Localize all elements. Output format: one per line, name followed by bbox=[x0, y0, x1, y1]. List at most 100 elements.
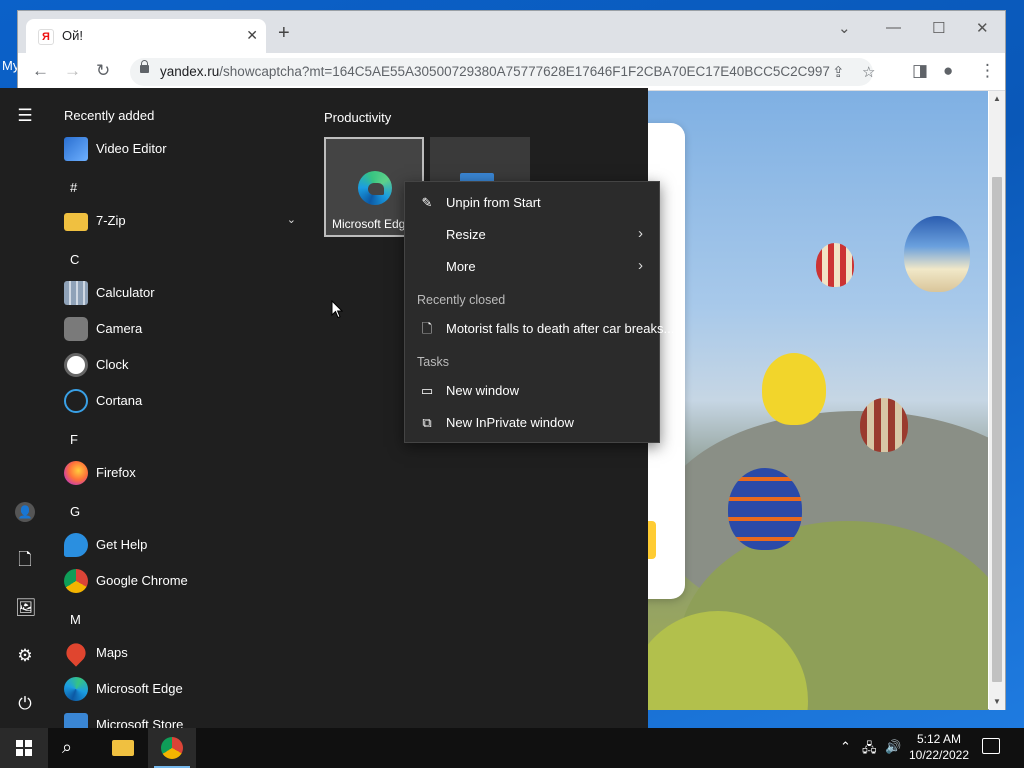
share-icon[interactable]: ⇪ bbox=[832, 63, 845, 81]
menu-item-resize[interactable]: Resize › bbox=[405, 220, 659, 250]
letter-header[interactable]: # bbox=[70, 180, 77, 195]
hamburger-menu-icon[interactable]: ☰ bbox=[15, 106, 35, 126]
letter-header[interactable]: C bbox=[70, 252, 79, 267]
menu-item-recent-page[interactable]: 🗋 Motorist falls to death after car brea… bbox=[405, 314, 675, 344]
power-icon[interactable]: ⏻ bbox=[15, 694, 35, 714]
clock-icon bbox=[64, 353, 88, 377]
taskbar-clock[interactable]: 5:12 AM 10/22/2022 bbox=[906, 731, 972, 763]
hot-air-balloon bbox=[762, 353, 826, 425]
start-rail: ☰ 👤 🗋 🖼 ⚙ ⏻ bbox=[0, 88, 50, 728]
lock-icon[interactable] bbox=[140, 60, 149, 73]
app-label: 7-Zip bbox=[96, 213, 126, 228]
recently-closed-header: Recently closed bbox=[417, 293, 506, 307]
app-video-editor[interactable]: Video Editor bbox=[62, 135, 302, 163]
menu-item-new-window[interactable]: ▭ New window bbox=[405, 376, 659, 406]
chevron-right-icon: › bbox=[638, 225, 643, 242]
user-account-icon[interactable]: 👤 bbox=[15, 502, 35, 522]
app-label: Firefox bbox=[96, 465, 136, 480]
scroll-down-icon[interactable]: ▼ bbox=[993, 697, 1001, 706]
file-explorer-button[interactable] bbox=[98, 728, 146, 768]
app-camera[interactable]: Camera bbox=[62, 315, 302, 343]
chrome-taskbar-button[interactable] bbox=[148, 728, 196, 768]
tab-strip: Я Ой! ✕ + ⌄ — ☐ ✕ bbox=[18, 11, 1005, 53]
folder-icon bbox=[64, 213, 88, 231]
menu-item-new-inprivate[interactable]: ⧉ New InPrivate window bbox=[405, 408, 659, 438]
inprivate-window-icon: ⧉ bbox=[422, 415, 432, 430]
app-list: Recently added Video Editor # 7-Zip ⌄ C … bbox=[50, 88, 310, 728]
hot-air-balloon bbox=[728, 468, 802, 550]
calculator-icon bbox=[64, 281, 88, 305]
clock-date: 10/22/2022 bbox=[908, 748, 970, 762]
tab-search-icon[interactable]: ⌄ bbox=[838, 19, 851, 37]
app-label: Calculator bbox=[96, 285, 155, 300]
maximize-button[interactable]: ☐ bbox=[932, 19, 945, 37]
notifications-icon[interactable] bbox=[982, 738, 1000, 754]
network-icon[interactable]: 🖧 bbox=[862, 739, 877, 761]
document-icon: 🗋 bbox=[421, 321, 433, 336]
new-tab-button[interactable]: + bbox=[278, 23, 290, 43]
video-editor-icon bbox=[64, 137, 88, 161]
window-icon: ▭ bbox=[420, 383, 434, 398]
kebab-menu-icon[interactable]: ⋮ bbox=[979, 61, 996, 81]
app-microsoft-store[interactable]: Microsoft Store bbox=[62, 711, 302, 728]
volume-icon[interactable]: 🔊 bbox=[885, 739, 901, 755]
scroll-up-icon[interactable]: ▲ bbox=[993, 94, 1001, 103]
close-window-button[interactable]: ✕ bbox=[976, 19, 989, 37]
star-icon[interactable]: ☆ bbox=[862, 63, 875, 81]
chrome-icon bbox=[161, 737, 183, 759]
address-bar[interactable]: yandex.ru/showcaptcha?mt=164C5AE55A30500… bbox=[130, 58, 875, 86]
sidebar-icon[interactable]: ◨ bbox=[912, 61, 928, 81]
tile-group-title[interactable]: Productivity bbox=[324, 110, 391, 125]
profile-icon[interactable]: ● bbox=[943, 61, 953, 81]
search-icon: ⌕ bbox=[62, 737, 73, 757]
app-microsoft-edge[interactable]: Microsoft Edge bbox=[62, 675, 302, 703]
scroll-thumb[interactable] bbox=[992, 177, 1002, 682]
menu-item-more[interactable]: More › bbox=[405, 252, 659, 282]
tasks-header: Tasks bbox=[417, 355, 449, 369]
pictures-icon[interactable]: 🖼 bbox=[15, 598, 37, 618]
chevron-right-icon: › bbox=[638, 257, 643, 274]
edge-icon bbox=[358, 171, 392, 205]
minimize-button[interactable]: — bbox=[886, 19, 901, 36]
documents-icon[interactable]: 🗋 bbox=[15, 550, 35, 570]
app-clock[interactable]: Clock bbox=[62, 351, 302, 379]
back-icon[interactable]: ← bbox=[32, 61, 49, 81]
menu-item-label: Resize bbox=[446, 227, 486, 242]
show-hidden-icons-icon[interactable]: ⌃ bbox=[840, 739, 851, 755]
get-help-icon bbox=[64, 533, 88, 557]
chrome-icon bbox=[64, 569, 88, 593]
letter-header[interactable]: M bbox=[70, 612, 81, 627]
settings-gear-icon[interactable]: ⚙ bbox=[15, 646, 35, 666]
app-calculator[interactable]: Calculator bbox=[62, 279, 302, 307]
forward-icon[interactable]: → bbox=[64, 61, 81, 81]
search-button[interactable]: ⌕ bbox=[48, 728, 96, 768]
tab-title: Ой! bbox=[62, 28, 83, 43]
app-label: Cortana bbox=[96, 393, 143, 408]
app-cortana[interactable]: Cortana bbox=[62, 387, 302, 415]
edge-icon bbox=[64, 677, 88, 701]
app-label: Microsoft Store bbox=[96, 717, 184, 728]
captcha-submit-button[interactable] bbox=[648, 521, 656, 559]
start-button[interactable] bbox=[0, 728, 48, 768]
page-scrollbar[interactable]: ▲ ▼ bbox=[989, 91, 1005, 710]
menu-item-unpin[interactable]: ✎ Unpin from Start bbox=[405, 188, 659, 218]
app-firefox[interactable]: Firefox bbox=[62, 459, 302, 487]
app-maps[interactable]: Maps bbox=[62, 639, 302, 667]
letter-header[interactable]: F bbox=[70, 432, 78, 447]
app-label: Clock bbox=[96, 357, 129, 372]
app-label: Get Help bbox=[96, 537, 148, 552]
tab-close-icon[interactable]: ✕ bbox=[246, 27, 258, 44]
taskbar: ⌕ ⌃ 🖧 🔊 5:12 AM 10/22/2022 bbox=[0, 728, 1024, 768]
chevron-down-icon[interactable]: ⌄ bbox=[287, 213, 296, 226]
letter-header[interactable]: G bbox=[70, 504, 80, 519]
firefox-icon bbox=[64, 461, 88, 485]
hot-air-balloon bbox=[904, 216, 970, 292]
tab-active[interactable]: Я Ой! ✕ bbox=[26, 19, 266, 53]
reload-icon[interactable]: ↻ bbox=[96, 61, 110, 81]
app-7zip[interactable]: 7-Zip ⌄ bbox=[62, 207, 302, 235]
mouse-cursor-icon bbox=[331, 300, 343, 319]
app-get-help[interactable]: Get Help bbox=[62, 531, 302, 559]
app-google-chrome[interactable]: Google Chrome bbox=[62, 567, 302, 595]
app-label: Video Editor bbox=[96, 141, 167, 156]
url-text[interactable]: yandex.ru/showcaptcha?mt=164C5AE55A30500… bbox=[160, 64, 830, 79]
